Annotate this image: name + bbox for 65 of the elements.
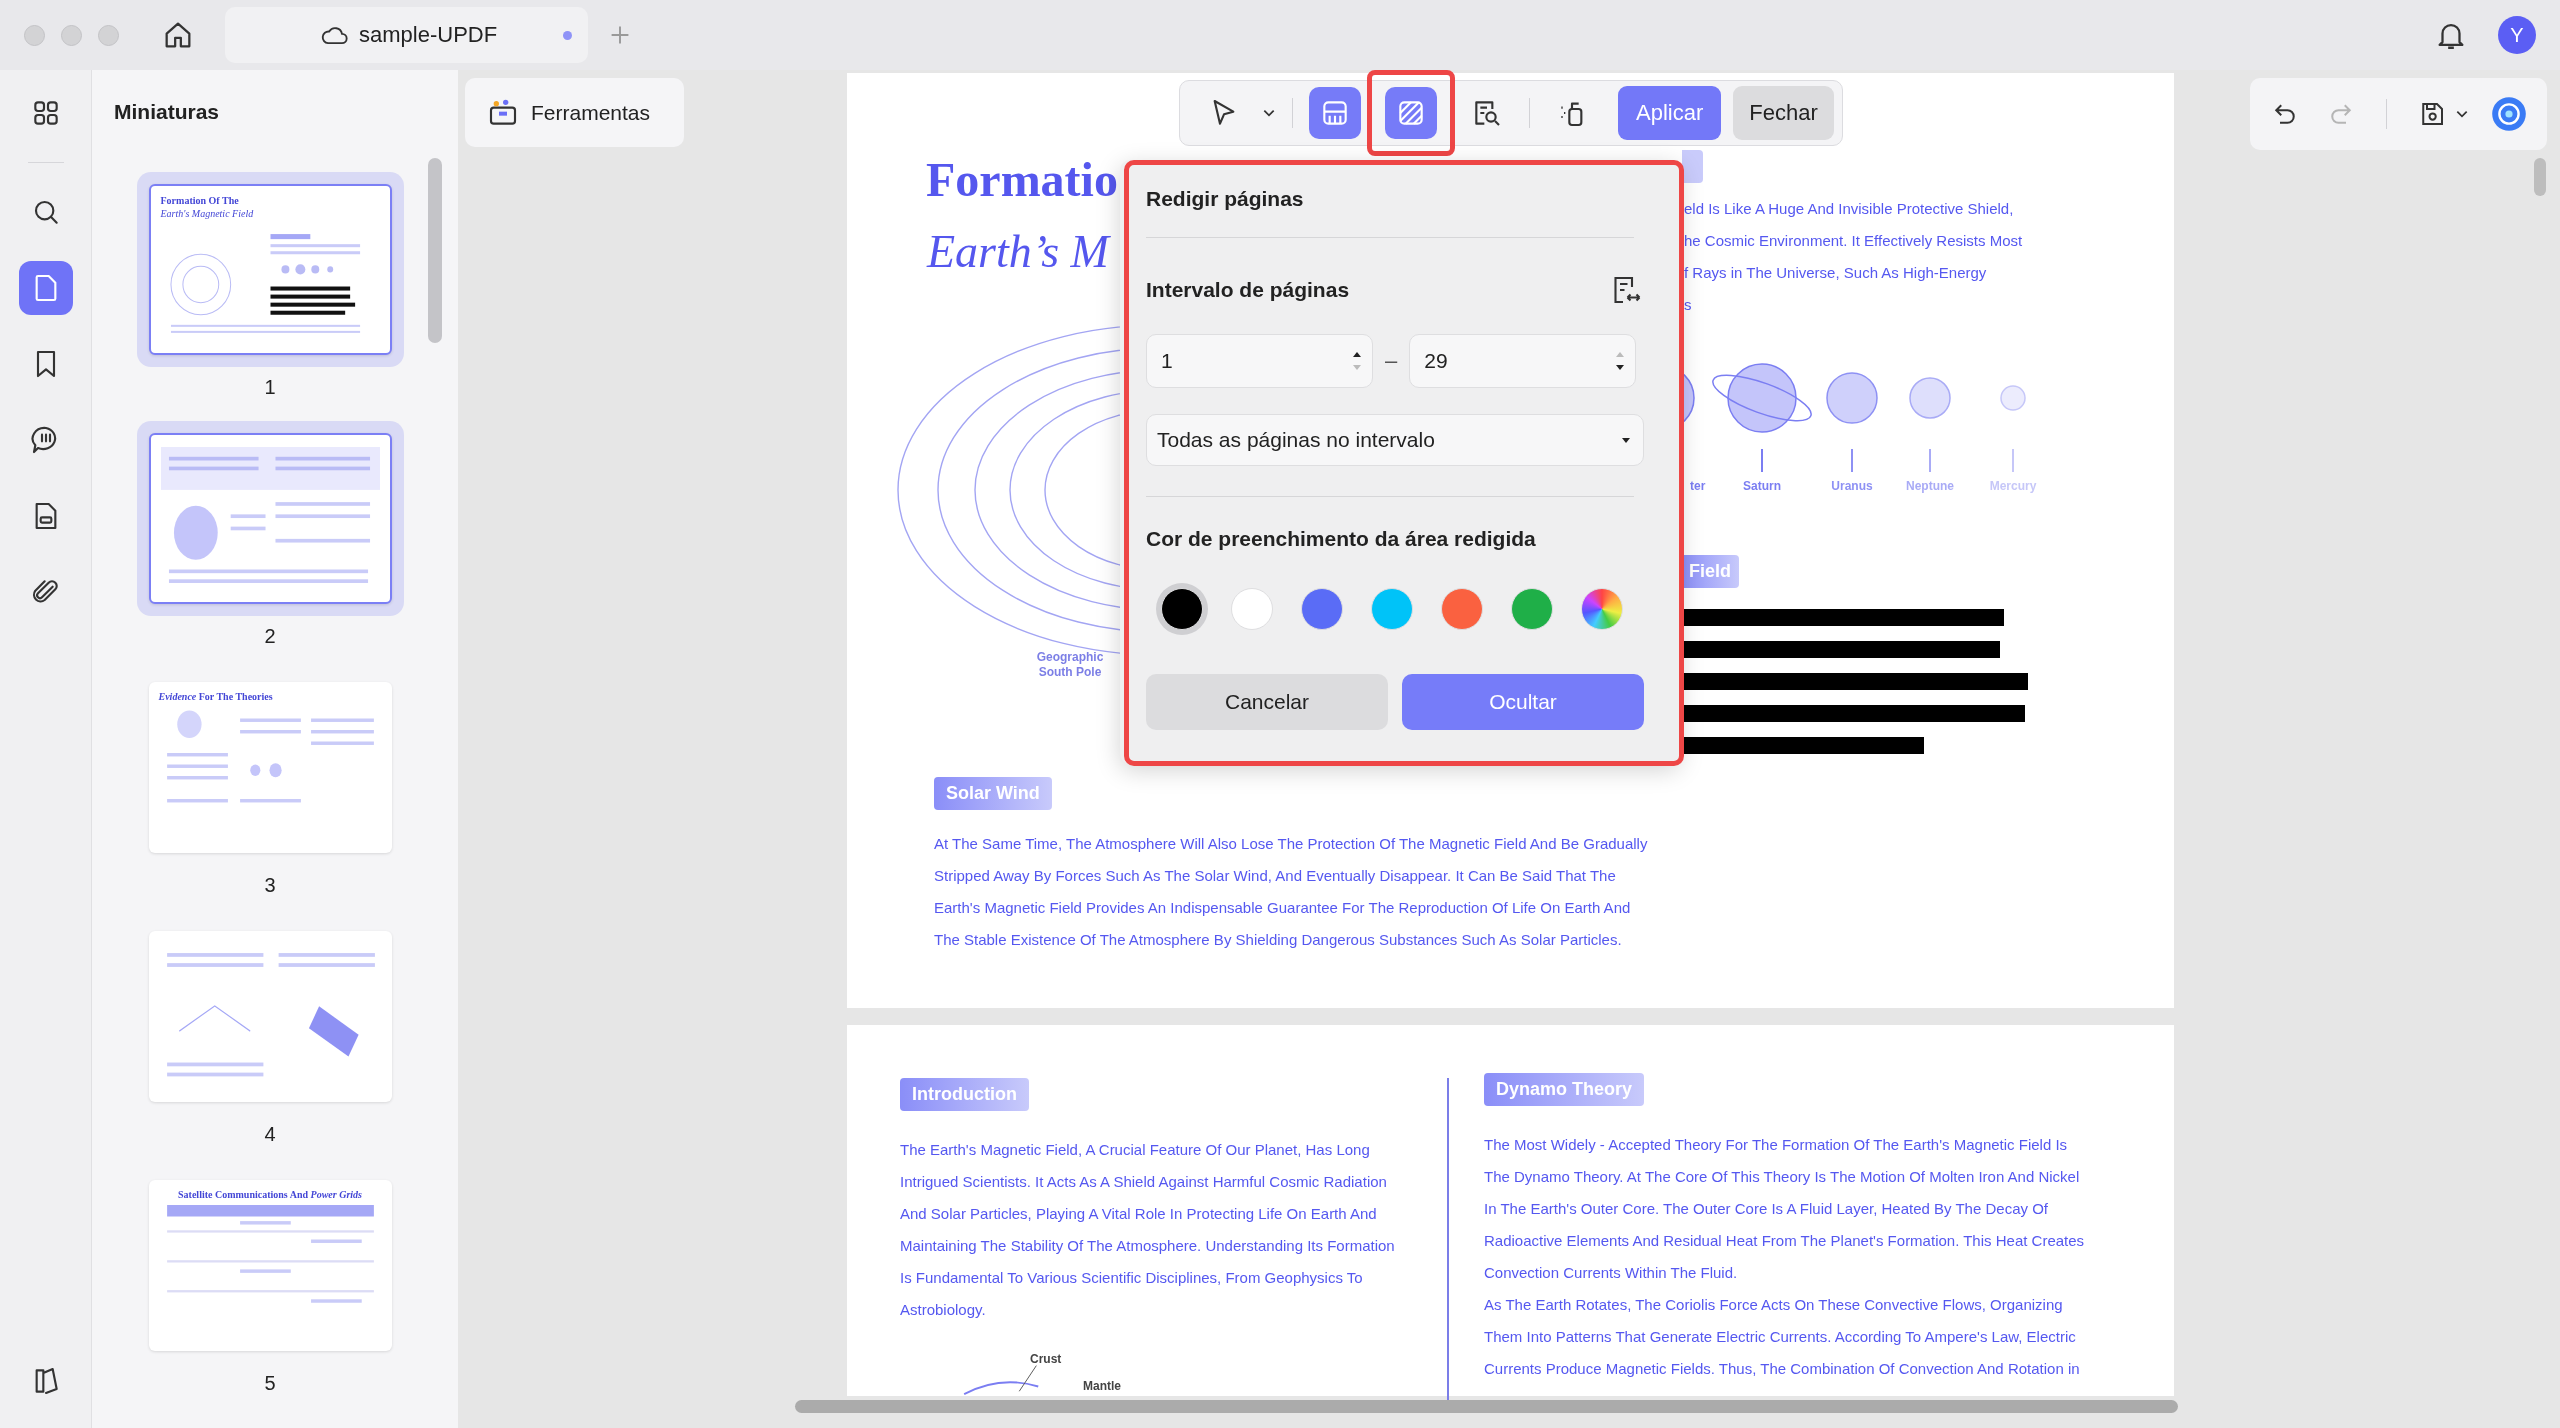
thumbnail-title: Formation Of The — [160, 194, 240, 207]
panel-title: Miniaturas — [114, 100, 221, 124]
decrease-arrow-icon[interactable] — [1615, 364, 1626, 371]
paragraph-text: As The Earth Rotates, The Coriolis Force Acts On These Convective Flows, Organizing Them Into Patterns That Generate Electric Currents. According To Ampere's Law, Electric Currents Produce Magnetic Fields. Thus, The Combination Of Convection And Rotation in — [1484, 1295, 2081, 1379]
diagram-label: Mantle — [1083, 1379, 1121, 1393]
planet-label: Mercury — [1988, 478, 2038, 494]
section-heading: Field — [1681, 555, 1739, 588]
apply-button[interactable]: Aplicar — [1618, 86, 1722, 140]
section-heading: Dynamo Theory — [1484, 1073, 1645, 1106]
page-number: 2 — [264, 624, 276, 648]
tab-title: sample-UPDF — [359, 22, 498, 48]
section-label: Cor de preenchimento da área redigida — [1146, 527, 1537, 551]
color-swatch[interactable] — [1301, 588, 1343, 630]
cloud-icon — [321, 24, 349, 46]
scrollbar[interactable] — [795, 1400, 2178, 1413]
page-thumbnail[interactable] — [136, 421, 404, 616]
color-swatch[interactable] — [1371, 588, 1413, 630]
scrollbar[interactable] — [2534, 158, 2546, 196]
planet-label: ter — [1690, 478, 1706, 494]
redact-area-tool-button[interactable] — [1309, 87, 1361, 139]
planet-label: Uranus — [1830, 478, 1874, 494]
tools-button[interactable]: Ferramentas — [465, 78, 684, 147]
assistant-icon[interactable] — [2491, 96, 2527, 132]
paragraph-text: At The Same Time, The Atmosphere Will Also Lose The Protection Of The Magnetic Field And Be Gradually Stripped Away By Forces Such As The Solar Wind, And Eventually Disappear. It Can Be Said That The Earth's Magnetic Field Provides An Indispensable Guarantee For The Reproduction Of Life On Earth And The Stable Existence Of The Atmosphere By Shielding Dangerous Substances Such As Solar Particles. — [934, 834, 1648, 950]
dialog-title: Redigir páginas — [1146, 186, 1305, 212]
diagram-label: Crust — [1030, 1352, 1062, 1366]
page-thumbnail[interactable]: Formation Of The Earth's Magnetic Field — [136, 172, 404, 367]
range-separator: – — [1385, 348, 1398, 374]
color-swatch[interactable] — [1231, 588, 1273, 630]
page-number-field[interactable]: 29 — [1409, 334, 1637, 388]
document-title: Formatio — [926, 152, 1118, 208]
page-number-field[interactable]: 1 — [1146, 334, 1373, 388]
color-swatch[interactable] — [1581, 588, 1623, 630]
section-heading: Introduction — [900, 1078, 1029, 1111]
section-label: Intervalo de páginas — [1146, 278, 1350, 302]
caret-icon — [1621, 436, 1631, 444]
close-redaction-button[interactable]: Fechar — [1733, 86, 1834, 140]
increase-arrow-icon[interactable] — [1352, 351, 1362, 358]
page-subset-dropdown[interactable]: Todas as páginas no intervalo — [1146, 414, 1644, 466]
thumbnail-title: Evidence For The Theories — [158, 690, 274, 703]
thumbnail-title: Satellite Communications And Power Grids — [177, 1188, 363, 1201]
document-tab[interactable]: sample-UPDF — [225, 7, 588, 63]
paragraph-text: The Most Widely - Accepted Theory For The Formation Of The Earth's Magnetic Field Is The Dynamo Theory. At The Core Of This Theory Is The Motion Of Molten Iron And Nickel In The Earth's Outer Core. The Outer Core Is A Fluid Layer, Heated By The Decay Of Radioactive Elements And Residual Heat From The Planet's Formation. This Heat Creates Convection Currents Within The Fluid. — [1484, 1135, 2085, 1283]
page-number: 5 — [264, 1371, 276, 1395]
page-number: 3 — [264, 873, 276, 897]
page-number: 4 — [264, 1122, 276, 1146]
heading-badge — [1682, 150, 1703, 183]
planet-label: Neptune — [1905, 478, 1955, 494]
section-heading: Solar Wind — [934, 777, 1052, 810]
color-swatch[interactable] — [1441, 588, 1483, 630]
document-subtitle: Earth’s M — [927, 225, 1109, 279]
planet-label: Saturn — [1742, 478, 1782, 494]
scrollbar[interactable] — [428, 158, 442, 343]
page-number: 1 — [264, 375, 276, 399]
redact-pages-tool-button[interactable] — [1385, 87, 1437, 139]
color-swatch[interactable] — [1511, 588, 1553, 630]
paragraph-text: The Earth's Magnetic Field, A Crucial Feature Of Our Planet, Has Long Intrigued Scientists. It Acts As A Shield Against Harmful Cosmic Radiation And Solar Particles, Playing A Vital Role In Protecting Life On Earth And Maintaining The Stability Of The Atmosphere. Understanding Its Formation Is Fundamental To Various Scientific Disciplines, From Geophysics To Astrobiology. — [900, 1140, 1395, 1320]
pages-nav-button[interactable] — [18, 261, 73, 315]
cancel-button[interactable]: Cancelar — [1146, 674, 1388, 730]
user-avatar[interactable]: Y — [2498, 16, 2536, 54]
caret-icon[interactable] — [2455, 109, 2469, 119]
paragraph-text: eld Is Like A Huge And Invisible Protective Shield, he Cosmic Environment. It Effectively Resists Most f Rays in The Universe, Such As High-Energy s — [1684, 199, 2023, 315]
thumbnail-subtitle: Earth's Magnetic Field — [160, 207, 255, 220]
diagram-label: Geographic South Pole — [1035, 650, 1105, 680]
caret-icon[interactable] — [1262, 108, 1276, 118]
